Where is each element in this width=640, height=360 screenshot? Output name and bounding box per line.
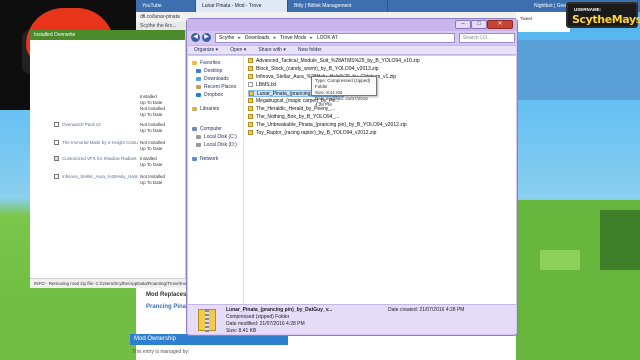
forward-icon[interactable]: ▶ [202, 33, 211, 42]
mod-name[interactable]: Customized VFX for Shadow Radiant Ski [62, 156, 138, 161]
new-folder-button[interactable]: New folder [292, 46, 328, 54]
detail-filename: Lunar_Pinata_(prancing pin)_by_DatGuy_v.… [226, 307, 333, 313]
breadcrumb-item[interactable]: Downloads [245, 35, 270, 41]
zip-icon [248, 114, 253, 120]
zip-icon [248, 74, 253, 80]
navigation-pane: Favorites Desktop Downloads Recent Place… [188, 56, 244, 304]
tab-lunar-pinata[interactable]: Lunar Pinata - Mod - Trove [196, 0, 288, 12]
file-tooltip: Type: Compressed (zipped) Folder Size: 8… [311, 76, 377, 107]
file-item[interactable]: The_Nothing_Box_by_B_YOLO94_... [248, 114, 448, 121]
game-hill [540, 250, 580, 270]
mod-manager-header: Installed Overwrite [30, 30, 185, 40]
nav-favorites[interactable]: Favorites [192, 60, 221, 67]
zip-icon [248, 98, 253, 104]
zip-icon [248, 58, 253, 64]
mod-manager-panel: Installed Overwrite Installed Up To Date … [30, 30, 186, 288]
mod-name[interactable]: Infinova_Stellar_Aura_%28Holy_Halo%29 [62, 174, 138, 179]
drive-icon [196, 134, 201, 139]
explorer-window: – □ ✕ ◀ ▶ Scythe ▸ Downloads ▸ Trove Mods ▸… [186, 18, 518, 336]
organize-button[interactable]: Organize ▾ [188, 46, 224, 54]
nav-recent[interactable]: Recent Places [196, 84, 236, 91]
mod-checkbox-checked[interactable] [54, 156, 59, 161]
explorer-titlebar[interactable]: – □ ✕ [187, 19, 517, 31]
browser-tabbar: YouTube Lunar Pinata - Mod - Trove Bitly… [136, 0, 640, 12]
nav-local-d[interactable]: Local Disk (D:) [196, 142, 237, 149]
game-grass-left [0, 290, 136, 360]
game-sky-block [516, 40, 640, 100]
file-item[interactable]: Block_Stock_(candy_worm)_by_B_YOLO94_v20… [248, 66, 448, 73]
zip-icon [248, 66, 253, 72]
text-file-icon [248, 82, 253, 88]
username-value: ScytheMays [572, 13, 640, 26]
tooltip-type: Type: Compressed (zipped) Folder [315, 78, 371, 89]
mod-replaces-heading: Mod Replaces: [146, 292, 189, 298]
detail-type: Compressed (zipped) Folder [226, 314, 290, 320]
close-button[interactable]: ✕ [487, 20, 513, 29]
nav-desktop[interactable]: Desktop [196, 68, 222, 75]
mod-name[interactable]: Overwatch Pack v2 [62, 122, 138, 127]
mod-checkbox[interactable] [54, 140, 59, 145]
tweet-widget[interactable]: Tweet [516, 12, 570, 32]
search-input[interactable]: Search LO... [459, 33, 515, 43]
dropbox-icon [196, 92, 201, 97]
recent-icon [196, 84, 201, 89]
zip-folder-icon [198, 309, 216, 332]
file-list: Advanced_Tactical_Module_Suit_%28ATMS%29… [246, 56, 516, 304]
tooltip-modified: Date modified: 21/07/2016 4:28 PM [315, 96, 368, 107]
nav-downloads[interactable]: Downloads [196, 76, 229, 83]
game-tree [600, 210, 640, 270]
star-icon [192, 60, 197, 65]
detail-date-modified: Date modified: 21/07/2016 4:28 PM [226, 321, 305, 327]
zip-icon [249, 91, 254, 97]
chevron-right-icon: ▸ [310, 35, 313, 41]
breadcrumb-item[interactable]: Trove Mods [280, 35, 306, 41]
computer-icon [192, 126, 197, 131]
username-badge: USERNAME: ScytheMays [566, 2, 640, 28]
file-item[interactable]: Toy_Raptor_(racing raptor)_by_B_YOLO94_v… [248, 130, 448, 137]
share-with-button[interactable]: Share with ▾ [252, 46, 292, 54]
mod-name[interactable]: The Immortal Mask by S Knight Costume [62, 140, 138, 145]
zip-icon [248, 130, 253, 136]
nav-local-c[interactable]: Local Disk (C:) [196, 134, 237, 141]
minimize-button[interactable]: – [455, 20, 471, 29]
zip-icon [248, 106, 253, 112]
breadcrumb[interactable]: Scythe ▸ Downloads ▸ Trove Mods ▸ LOOK AT [215, 33, 455, 43]
detail-size: Size: 8.41 KB [226, 328, 257, 334]
chevron-right-icon: ▸ [273, 35, 277, 41]
drive-icon [196, 142, 201, 147]
file-item[interactable]: Advanced_Tactical_Module_Suit_%28ATMS%29… [248, 58, 448, 65]
library-icon [192, 106, 197, 111]
file-item[interactable]: The_Unbreakable_Pinata_(prancing pin)_by… [248, 122, 448, 129]
prancing-pinata-link[interactable]: Prancing Pinata [146, 304, 191, 310]
nav-dropbox[interactable]: Dropbox [196, 92, 223, 99]
screen: { "browser": { "tabs": [ {"label": "YouT… [0, 0, 640, 360]
explorer-toolbar: Organize ▾ Open ▾ Share with ▾ New folde… [188, 45, 516, 55]
username-label: USERNAME: [574, 7, 602, 12]
nav-network[interactable]: Network [192, 156, 218, 163]
explorer-navrow: ◀ ▶ Scythe ▸ Downloads ▸ Trove Mods ▸ LOOK … [191, 32, 515, 44]
info-log: INFO - Removing mod zip file: C:/Users/S… [30, 278, 200, 288]
downloads-icon [196, 76, 201, 81]
back-icon[interactable]: ◀ [191, 33, 200, 42]
desktop-icon [196, 68, 201, 73]
nav-libraries[interactable]: Libraries [192, 106, 219, 113]
tab-bitly[interactable]: Bitly | Bitlink Management [288, 0, 388, 12]
chevron-right-icon: ▸ [238, 35, 241, 41]
network-icon [192, 156, 197, 161]
tab-youtube[interactable]: YouTube [136, 0, 196, 12]
nav-computer[interactable]: Computer [192, 126, 222, 133]
managed-by-text: This entry is managed by: [132, 349, 190, 355]
mod-checkbox[interactable] [54, 122, 59, 127]
detail-date-created: Date created: 21/07/2016 4:28 PM [388, 307, 465, 313]
zip-icon [248, 122, 253, 128]
breadcrumb-item[interactable]: LOOK AT [317, 35, 338, 41]
details-pane: Lunar_Pinata_(prancing pin)_by_DatGuy_v.… [188, 304, 516, 334]
mod-checkbox[interactable] [54, 174, 59, 179]
open-button[interactable]: Open ▾ [224, 46, 252, 54]
breadcrumb-item[interactable]: Scythe [219, 35, 234, 41]
maximize-button[interactable]: □ [471, 20, 487, 29]
